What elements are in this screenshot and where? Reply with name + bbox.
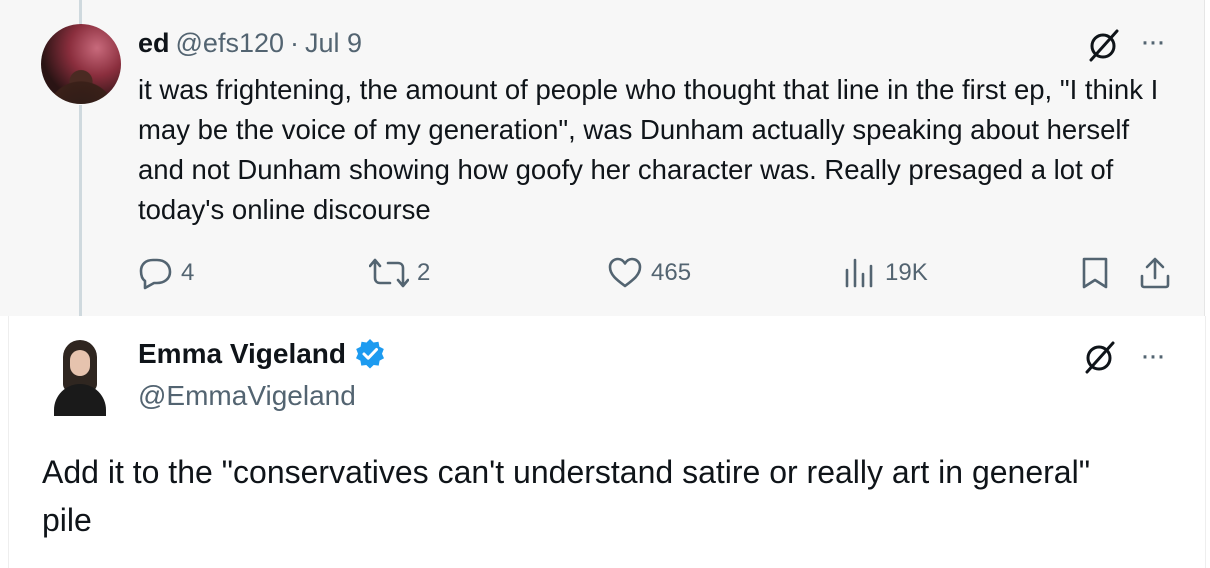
like-count: 465 xyxy=(651,259,692,286)
author-name[interactable]: ed xyxy=(138,28,170,58)
parent-tweet[interactable]: ed @efs120 · Jul 9 ··· it was frightening, … xyxy=(0,0,1205,333)
grok-icon[interactable] xyxy=(1083,340,1117,374)
thread-connector xyxy=(79,105,82,333)
author-name-row: Emma Vigeland xyxy=(138,338,386,370)
reply-button[interactable]: 4 xyxy=(137,256,194,290)
reply-count: 4 xyxy=(181,259,195,286)
views-button[interactable]: 19K xyxy=(843,256,928,290)
tweet-actions: 4 2 465 19K xyxy=(0,256,1204,292)
avatar[interactable] xyxy=(41,24,121,104)
views-bars-icon xyxy=(845,258,873,288)
separator-dot: · xyxy=(290,28,299,58)
share-button[interactable] xyxy=(1139,256,1171,290)
view-count: 19K xyxy=(885,259,928,286)
heart-icon xyxy=(608,257,642,288)
more-options-icon[interactable]: ··· xyxy=(1140,341,1166,371)
tweet-text: it was frightening, the amount of people… xyxy=(138,74,1159,225)
tweet-text: Add it to the "conservatives can't under… xyxy=(42,454,1091,538)
author-name[interactable]: Emma Vigeland xyxy=(138,338,346,370)
tweet-header: ed @efs120 · Jul 9 xyxy=(138,28,362,59)
tweet-date[interactable]: Jul 9 xyxy=(305,28,362,58)
repost-button[interactable]: 2 xyxy=(369,256,430,290)
reply-bubble-icon xyxy=(139,258,172,290)
like-button[interactable]: 465 xyxy=(607,256,691,290)
grok-icon[interactable] xyxy=(1087,28,1121,62)
more-options-icon[interactable]: ··· xyxy=(1140,27,1166,57)
bookmark-button[interactable] xyxy=(1080,256,1110,290)
author-handle[interactable]: @efs120 xyxy=(176,28,284,58)
avatar[interactable] xyxy=(48,336,112,416)
author-handle[interactable]: @EmmaVigeland xyxy=(138,380,356,412)
repost-icon xyxy=(369,258,409,288)
repost-count: 2 xyxy=(417,259,431,286)
share-upload-icon xyxy=(1140,257,1170,289)
verified-badge-icon xyxy=(356,339,385,369)
bookmark-icon xyxy=(1082,257,1108,289)
